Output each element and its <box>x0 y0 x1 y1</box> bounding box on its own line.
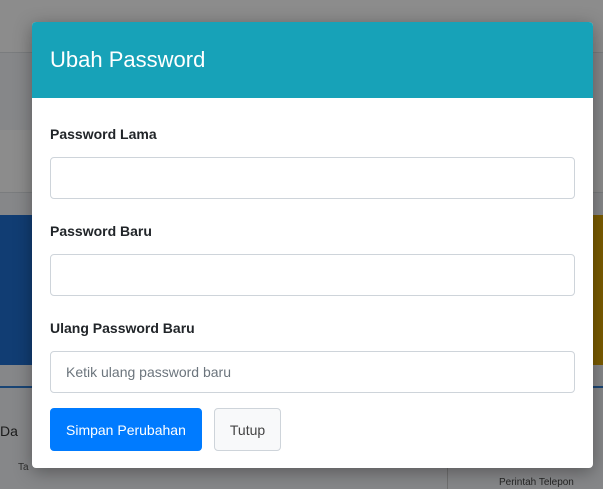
modal-body: Password Lama Password Baru Ulang Passwo… <box>32 98 593 393</box>
modal-footer: Simpan Perubahan Tutup <box>50 408 282 451</box>
old-password-input[interactable] <box>50 157 575 199</box>
close-button[interactable]: Tutup <box>213 408 282 451</box>
confirm-password-label: Ulang Password Baru <box>50 320 195 336</box>
confirm-password-input[interactable] <box>50 351 575 393</box>
new-password-input[interactable] <box>50 254 575 296</box>
modal-title: Ubah Password <box>50 47 206 72</box>
confirm-password-group: Ulang Password Baru <box>50 320 575 393</box>
save-changes-button[interactable]: Simpan Perubahan <box>50 408 202 451</box>
new-password-group: Password Baru <box>50 223 575 296</box>
change-password-modal: Ubah Password Password Lama Password Bar… <box>32 22 593 468</box>
modal-header: Ubah Password <box>32 22 593 98</box>
new-password-label: Password Baru <box>50 223 152 239</box>
old-password-label: Password Lama <box>50 126 157 142</box>
old-password-group: Password Lama <box>50 126 575 199</box>
